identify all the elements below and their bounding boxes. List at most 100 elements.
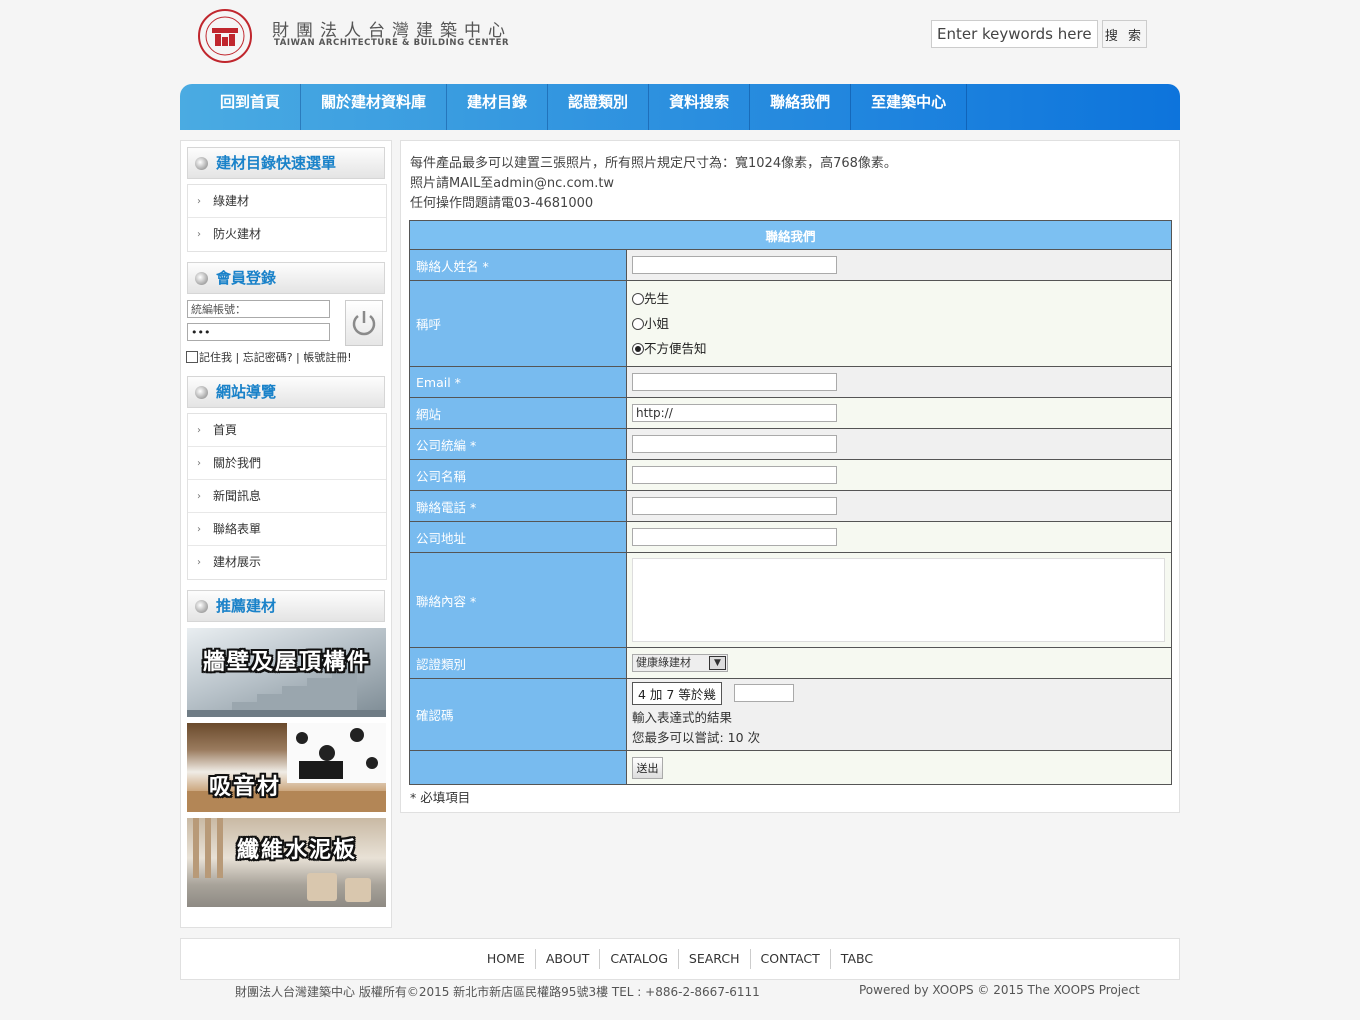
promo-label: 吸音材 bbox=[209, 775, 282, 800]
intro-photo-mail: 照片請MAIL至admin@nc.com.tw bbox=[410, 176, 615, 191]
catalog-menu: › 綠建材 › 防火建材 bbox=[187, 184, 387, 252]
account-input[interactable] bbox=[187, 300, 330, 318]
bullet-icon bbox=[195, 600, 208, 613]
radio-button[interactable] bbox=[632, 318, 644, 330]
radio-label: 不方便告知 bbox=[644, 341, 707, 356]
power-icon bbox=[352, 311, 376, 336]
recommend-block-label: 推薦建材 bbox=[216, 597, 277, 615]
captcha-input[interactable] bbox=[733, 684, 794, 702]
salutation-option-undisclosed[interactable]: 不方便告知 bbox=[632, 336, 1171, 361]
footer-link-about[interactable]: ABOUT bbox=[536, 949, 601, 969]
search-input[interactable] bbox=[931, 20, 1098, 48]
nav-search[interactable]: 資料搜索 bbox=[649, 84, 751, 130]
sitenav-block-title: 網站導覽 bbox=[187, 376, 385, 408]
menu-item-label: 首頁 bbox=[213, 423, 238, 437]
sitenav-item-home[interactable]: › 首頁 bbox=[188, 414, 386, 447]
footer-link-contact[interactable]: CONTACT bbox=[751, 949, 831, 969]
nav-about-database[interactable]: 關於建材資料庫 bbox=[301, 84, 448, 130]
chevron-right-icon: › bbox=[197, 557, 201, 568]
promo-label: 纖維水泥板 bbox=[237, 838, 358, 863]
password-input[interactable] bbox=[187, 323, 330, 341]
chevron-right-icon: › bbox=[197, 524, 201, 535]
chevron-right-icon: › bbox=[197, 196, 201, 207]
website-label: 網站 bbox=[409, 397, 627, 429]
logo[interactable] bbox=[195, 8, 255, 64]
salutation-option-mr[interactable]: 先生 bbox=[632, 286, 1171, 311]
nav-building-center[interactable]: 至建築中心 bbox=[851, 84, 968, 130]
radio-label: 小姐 bbox=[644, 316, 670, 331]
chevron-right-icon: › bbox=[197, 458, 201, 469]
catalog-item-fireproof[interactable]: › 防火建材 bbox=[188, 218, 386, 251]
email-input[interactable] bbox=[632, 373, 837, 391]
bullet-icon bbox=[195, 386, 208, 399]
address-input[interactable] bbox=[632, 528, 837, 546]
address-label: 公司地址 bbox=[409, 521, 627, 553]
salutation-label: 稱呼 bbox=[409, 280, 627, 367]
tax-id-label: 公司統編 * bbox=[409, 428, 627, 460]
nav-catalog[interactable]: 建材目錄 bbox=[447, 84, 549, 130]
contact-form: 聯絡我們 聯絡人姓名 * 稱呼 先生 小姐 不方便告知 Email * 網站 公… bbox=[409, 220, 1172, 785]
footer-link-search[interactable]: SEARCH bbox=[679, 949, 751, 969]
recommend-block-title: 推薦建材 bbox=[187, 590, 385, 622]
name-label: 聯絡人姓名 * bbox=[409, 249, 627, 281]
footer-link-catalog[interactable]: CATALOG bbox=[600, 949, 679, 969]
register-link[interactable]: 帳號註冊! bbox=[303, 351, 351, 364]
powered-by-text: Powered by XOOPS © 2015 The XOOPS Projec… bbox=[859, 983, 1140, 997]
nav-cert-type[interactable]: 認證類別 bbox=[548, 84, 650, 130]
menu-item-label: 關於我們 bbox=[213, 456, 262, 470]
sitenav-item-news[interactable]: › 新聞訊息 bbox=[188, 480, 386, 513]
login-button[interactable] bbox=[345, 300, 383, 346]
chevron-right-icon: › bbox=[197, 425, 201, 436]
main-content: 每件產品最多可以建置三張照片，所有照片規定尺寸為：寬1024像素，高768像素。… bbox=[400, 140, 1180, 813]
phone-label: 聯絡電話 * bbox=[409, 490, 627, 522]
menu-item-label: 綠建材 bbox=[213, 194, 250, 208]
menu-item-label: 防火建材 bbox=[213, 227, 262, 241]
promo-fiber-cement[interactable]: 纖維水泥板 bbox=[187, 818, 386, 907]
tax-id-input[interactable] bbox=[632, 435, 837, 453]
promo-wall-roof[interactable]: 牆壁及屋頂構件 bbox=[187, 628, 386, 717]
copyright-text: 財團法人台灣建築中心 版權所有©2015 新北市新店區民權路95號3樓 TEL … bbox=[235, 985, 760, 999]
login-block-label: 會員登錄 bbox=[216, 269, 277, 287]
salutation-option-ms[interactable]: 小姐 bbox=[632, 311, 1171, 336]
captcha-hint: 輸入表達式的結果 bbox=[632, 709, 733, 725]
submit-button[interactable]: 送出 bbox=[632, 756, 663, 779]
company-input[interactable] bbox=[632, 466, 837, 484]
sitenav-item-contact-form[interactable]: › 聯絡表單 bbox=[188, 513, 386, 546]
company-label: 公司名稱 bbox=[409, 459, 627, 491]
captcha-label: 確認碼 bbox=[409, 678, 627, 751]
catalog-item-green[interactable]: › 綠建材 bbox=[188, 185, 386, 218]
login-options: 記住我 | 忘記密碼? | 帳號註冊! bbox=[186, 349, 352, 365]
search-button[interactable]: 搜 索 bbox=[1102, 20, 1147, 48]
content-textarea[interactable] bbox=[632, 558, 1165, 642]
bullet-icon bbox=[195, 272, 208, 285]
main-nav: 回到首頁 關於建材資料庫 建材目錄 認證類別 資料搜索 聯絡我們 至建築中心 bbox=[180, 84, 1180, 130]
cert-type-label: 認證類別 bbox=[409, 647, 627, 679]
footer-link-home[interactable]: HOME bbox=[477, 949, 536, 969]
catalog-block-label: 建材目錄快速選單 bbox=[216, 154, 337, 172]
bullet-icon bbox=[195, 157, 208, 170]
captcha-attempts: 您最多可以嘗試: 10 次 bbox=[632, 729, 761, 745]
sitenav-item-about[interactable]: › 關於我們 bbox=[188, 447, 386, 480]
content-label: 聯絡內容 * bbox=[409, 552, 627, 648]
cert-selected-value: 健康綠建材 bbox=[636, 656, 691, 669]
name-input[interactable] bbox=[632, 256, 837, 274]
cert-type-select[interactable]: 健康綠建材 ▼ bbox=[632, 654, 728, 672]
sitenav-item-showcase[interactable]: › 建材展示 bbox=[188, 546, 386, 579]
nav-contact[interactable]: 聯絡我們 bbox=[750, 84, 852, 130]
forgot-password-link[interactable]: 忘記密碼? bbox=[243, 351, 293, 364]
website-input[interactable] bbox=[632, 404, 837, 422]
nav-home[interactable]: 回到首頁 bbox=[200, 84, 302, 130]
radio-button[interactable] bbox=[632, 293, 644, 305]
phone-input[interactable] bbox=[632, 497, 837, 515]
radio-label: 先生 bbox=[644, 291, 670, 306]
radio-button-selected[interactable] bbox=[632, 343, 644, 355]
email-label: Email * bbox=[409, 366, 627, 398]
remember-checkbox[interactable] bbox=[186, 351, 198, 363]
footer-nav: HOME ABOUT CATALOG SEARCH CONTACT TABC bbox=[180, 938, 1180, 980]
login-block-title: 會員登錄 bbox=[187, 262, 385, 294]
submit-row-label bbox=[409, 750, 627, 785]
promo-sound-absorbing[interactable]: 吸音材 bbox=[187, 723, 386, 812]
footer-link-tabc[interactable]: TABC bbox=[831, 949, 883, 969]
chevron-right-icon: › bbox=[197, 491, 201, 502]
remember-label: 記住我 bbox=[199, 351, 232, 364]
